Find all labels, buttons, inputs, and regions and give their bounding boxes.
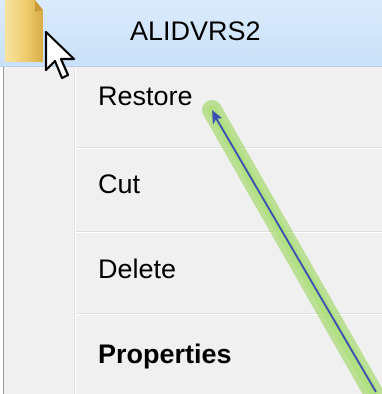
menu-item-cut[interactable]: Cut: [84, 149, 382, 221]
menu-item-label: Delete: [98, 254, 177, 284]
menu-item-label: Properties: [98, 339, 232, 369]
menu-item-label: Cut: [98, 169, 141, 199]
menu-item-label: Restore: [98, 81, 193, 111]
menu-item-delete[interactable]: Delete: [84, 233, 382, 305]
file-name-label: ALIDVRS2: [130, 16, 261, 46]
menu-item-properties[interactable]: Properties: [84, 315, 382, 387]
context-menu: Restore Cut Delete Properties: [3, 67, 382, 394]
menu-item-restore[interactable]: Restore: [84, 67, 382, 139]
screenshot-frame: ALIDVRS2 Restore Cut Delete Properties: [0, 0, 382, 394]
mouse-cursor-icon: [44, 30, 76, 80]
